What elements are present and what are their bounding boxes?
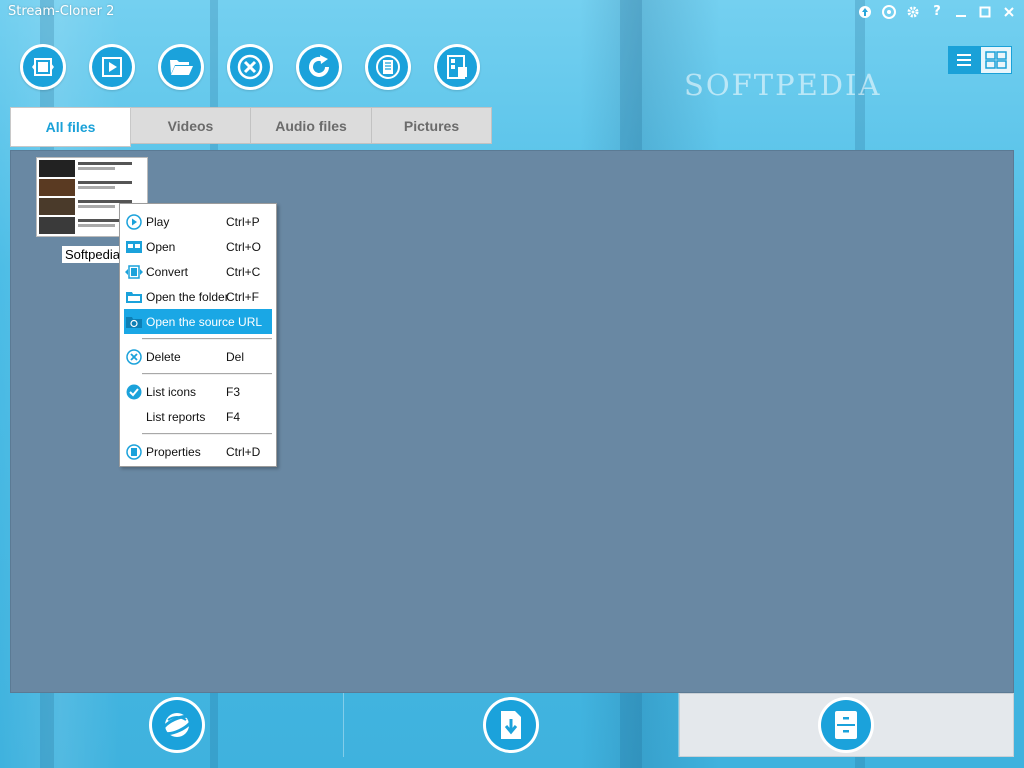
properties-icon	[124, 442, 144, 462]
context-menu: Play Ctrl+P Open Ctrl+O Convert Ctrl+C O…	[119, 203, 277, 467]
open-icon	[124, 237, 144, 257]
menu-separator	[142, 433, 272, 435]
download-icon	[500, 711, 521, 739]
menu-item-delete[interactable]: Delete Del	[124, 344, 272, 369]
minimize-icon[interactable]	[952, 3, 970, 21]
properties-button[interactable]	[365, 44, 411, 90]
menu-item-shortcut: Del	[226, 349, 245, 364]
menu-item-play[interactable]: Play Ctrl+P	[124, 209, 272, 234]
file-type-tabs: All files Videos Audio files Pictures	[10, 107, 492, 147]
main-toolbar	[20, 44, 480, 90]
upgrade-icon[interactable]	[856, 3, 874, 21]
window-title: Stream-Cloner 2	[8, 4, 115, 19]
app-window: Stream-Cloner 2 ? SOFTPEDIA All files Vi…	[0, 0, 1024, 768]
play-button[interactable]	[89, 44, 135, 90]
menu-item-label: Open	[146, 239, 176, 254]
delete-icon	[124, 347, 144, 367]
menu-item-label: Open the source URL	[146, 314, 263, 329]
tab-all-files[interactable]: All files	[10, 107, 131, 147]
close-icon[interactable]	[1000, 3, 1018, 21]
folder-icon	[124, 287, 144, 307]
view-toggle	[948, 46, 1012, 74]
play-icon	[102, 57, 122, 77]
menu-item-label: Convert	[146, 264, 189, 279]
refresh-icon	[309, 55, 329, 77]
open-folder-icon	[170, 60, 193, 75]
browser-tab[interactable]	[10, 693, 345, 757]
download-tab[interactable]	[344, 693, 679, 757]
list-view-icon	[957, 54, 971, 66]
menu-item-list-reports[interactable]: List reports F4	[124, 404, 272, 429]
menu-item-shortcut: F4	[226, 409, 241, 424]
menu-item-open-source-url[interactable]: Open the source URL	[124, 309, 272, 334]
menu-item-shortcut: Ctrl+F	[226, 289, 259, 304]
browser-icon	[160, 713, 193, 737]
menu-item-convert[interactable]: Convert Ctrl+C	[124, 259, 272, 284]
library-tab[interactable]	[678, 693, 1014, 757]
menu-item-shortcut: Ctrl+P	[226, 214, 260, 229]
refresh-button[interactable]	[296, 44, 342, 90]
list-view-button[interactable]	[948, 46, 980, 74]
menu-item-label: Play	[146, 214, 170, 229]
menu-item-label: List icons	[146, 384, 197, 399]
tab-audio-files[interactable]: Audio files	[251, 107, 372, 144]
menu-item-properties[interactable]: Properties Ctrl+D	[124, 439, 272, 464]
open-folder-button[interactable]	[158, 44, 204, 90]
network-settings-icon[interactable]	[880, 3, 898, 21]
check-icon	[124, 382, 144, 402]
title-bar-buttons: ?	[856, 3, 1018, 21]
delete-icon	[237, 54, 263, 80]
menu-item-shortcut: Ctrl+O	[226, 239, 262, 254]
menu-item-shortcut: Ctrl+D	[226, 444, 261, 459]
library-icon	[835, 711, 858, 739]
file-report-icon	[447, 55, 467, 79]
title-bar: Stream-Cloner 2 ?	[0, 0, 1024, 24]
convert-video-button[interactable]	[20, 44, 66, 90]
menu-item-open[interactable]: Open Ctrl+O	[124, 234, 272, 259]
menu-item-label: Delete	[146, 349, 181, 364]
tab-pictures[interactable]: Pictures	[372, 107, 492, 144]
tab-videos[interactable]: Videos	[131, 107, 251, 144]
properties-icon	[376, 55, 400, 79]
menu-separator	[142, 373, 272, 375]
maximize-icon[interactable]	[976, 3, 994, 21]
grid-view-button[interactable]	[980, 46, 1012, 74]
bottom-navigation	[10, 693, 1014, 757]
play-icon	[124, 212, 144, 232]
settings-icon[interactable]	[904, 3, 922, 21]
menu-item-label: Properties	[146, 444, 201, 459]
watermark: SOFTPEDIA	[684, 68, 882, 102]
menu-item-label: List reports	[146, 409, 206, 424]
menu-item-label: Open the folder	[146, 289, 229, 304]
help-icon[interactable]: ?	[928, 3, 946, 21]
source-url-icon	[124, 312, 144, 332]
menu-separator	[142, 338, 272, 340]
menu-item-shortcut: F3	[226, 384, 241, 399]
menu-item-shortcut: Ctrl+C	[226, 264, 261, 279]
menu-item-open-folder[interactable]: Open the folder Ctrl+F	[124, 284, 272, 309]
convert-icon	[124, 262, 144, 282]
menu-item-list-icons[interactable]: List icons F3	[124, 379, 272, 404]
delete-button[interactable]	[227, 44, 273, 90]
file-report-button[interactable]	[434, 44, 480, 90]
grid-view-icon	[985, 51, 1007, 69]
convert-video-icon	[32, 58, 54, 76]
